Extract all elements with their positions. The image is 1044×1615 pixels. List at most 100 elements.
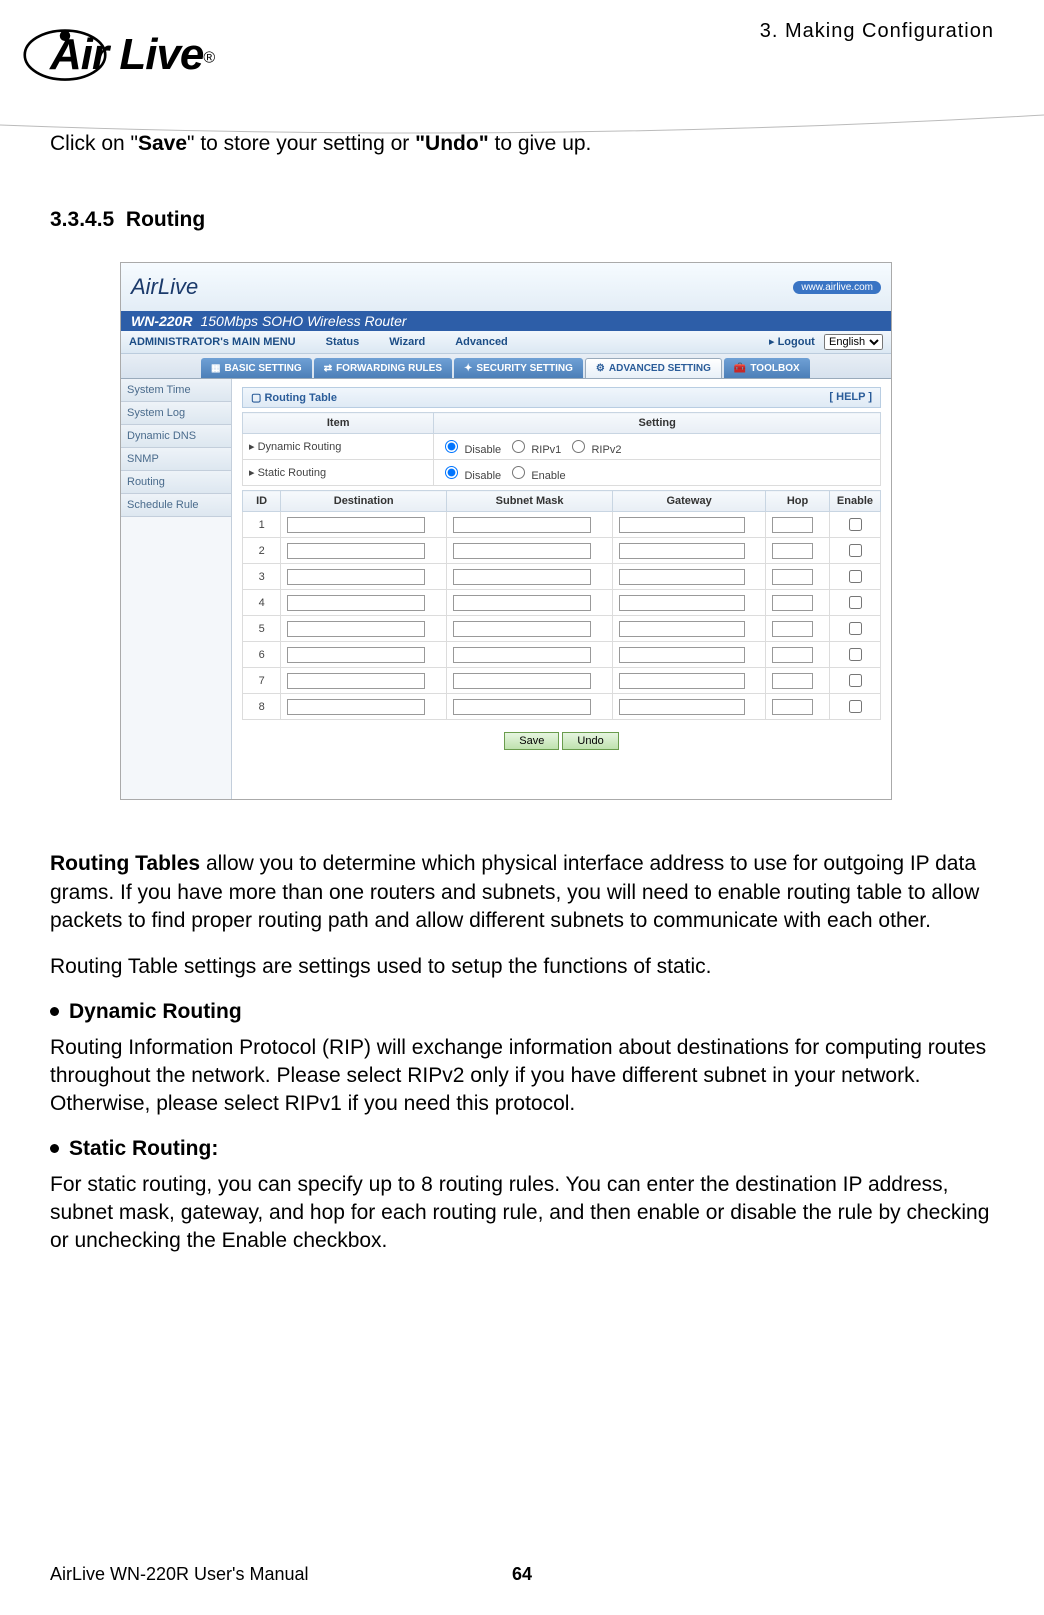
ss-side-system-log[interactable]: System Log	[121, 402, 231, 425]
bullet-icon	[50, 1144, 59, 1153]
ss-hop-input[interactable]	[772, 569, 813, 585]
ss-tab-basic[interactable]: ▦BASIC SETTING	[201, 358, 312, 378]
ss-undo-button[interactable]: Undo	[562, 732, 618, 750]
chapter-title: 3. Making Configuration	[760, 20, 994, 43]
ss-stat-enable[interactable]	[512, 466, 525, 479]
ss-gw-input[interactable]	[619, 517, 745, 533]
ss-mask-input[interactable]	[453, 621, 591, 637]
ss-th-setting: Setting	[434, 413, 881, 434]
ss-tab-advanced[interactable]: ⚙ADVANCED SETTING	[585, 358, 722, 378]
ss-logo: AirLive	[131, 274, 198, 300]
ss-row-static-label: Static Routing	[258, 467, 326, 479]
ss-gw-input[interactable]	[619, 621, 745, 637]
ss-side-system-time[interactable]: System Time	[121, 379, 231, 402]
ss-dynamic-routing-options: Disable RIPv1 RIPv2	[434, 434, 881, 460]
ss-dyn-disable[interactable]	[445, 440, 458, 453]
ss-enable-checkbox[interactable]	[849, 648, 862, 661]
ss-url-pill: www.airlive.com	[793, 281, 881, 294]
ss-hop-input[interactable]	[772, 543, 813, 559]
ss-dest-input[interactable]	[287, 673, 425, 689]
ss-hop-input[interactable]	[772, 673, 813, 689]
ss-menu-status[interactable]: Status	[326, 336, 360, 348]
ss-menu-advanced[interactable]: Advanced	[455, 336, 508, 348]
ss-dest-input[interactable]	[287, 647, 425, 663]
ss-side-schedule[interactable]: Schedule Rule	[121, 494, 231, 517]
ss-col-dest: Destination	[281, 491, 447, 512]
ss-tab-forwarding[interactable]: ⇄FORWARDING RULES	[314, 358, 452, 378]
ss-gw-input[interactable]	[619, 595, 745, 611]
ss-mask-input[interactable]	[453, 543, 591, 559]
ss-mask-input[interactable]	[453, 647, 591, 663]
router-ui-screenshot: AirLive www.airlive.com WN-220R 150Mbps …	[120, 262, 892, 800]
ss-enable-checkbox[interactable]	[849, 518, 862, 531]
ss-language-select[interactable]: English	[824, 334, 883, 350]
ss-menu-wizard[interactable]: Wizard	[389, 336, 425, 348]
ss-logout[interactable]: Logout	[778, 336, 815, 348]
ss-col-id: ID	[243, 491, 281, 512]
ss-enable-checkbox[interactable]	[849, 700, 862, 713]
ss-enable-checkbox[interactable]	[849, 596, 862, 609]
ss-col-mask: Subnet Mask	[447, 491, 613, 512]
ss-save-button[interactable]: Save	[504, 732, 559, 750]
ss-route-row: 2	[243, 538, 881, 564]
ss-tab-security[interactable]: ✦SECURITY SETTING	[454, 358, 583, 378]
ss-route-row: 8	[243, 694, 881, 720]
ss-model-sub: 150Mbps SOHO Wireless Router	[200, 313, 406, 329]
ss-hop-input[interactable]	[772, 699, 813, 715]
ss-gw-input[interactable]	[619, 673, 745, 689]
brand-logo: Air Live®	[50, 30, 215, 80]
ss-route-row: 7	[243, 668, 881, 694]
ss-dest-input[interactable]	[287, 569, 425, 585]
ss-route-row: 3	[243, 564, 881, 590]
ss-side-ddns[interactable]: Dynamic DNS	[121, 425, 231, 448]
ss-side-routing[interactable]: Routing	[121, 471, 231, 494]
ss-dest-input[interactable]	[287, 517, 425, 533]
footer-page-number: 64	[512, 1564, 532, 1585]
ss-mask-input[interactable]	[453, 673, 591, 689]
ss-dyn-ripv2[interactable]	[572, 440, 585, 453]
ss-row-dynamic-label: Dynamic Routing	[258, 441, 342, 453]
ss-route-row: 5	[243, 616, 881, 642]
footer-manual-title: AirLive WN-220R User's Manual	[50, 1564, 309, 1585]
ss-side-snmp[interactable]: SNMP	[121, 448, 231, 471]
ss-col-enable: Enable	[829, 491, 880, 512]
ss-gw-input[interactable]	[619, 647, 745, 663]
ss-gw-input[interactable]	[619, 569, 745, 585]
dynamic-routing-paragraph: Routing Information Protocol (RIP) will …	[50, 1034, 994, 1091]
ss-dest-input[interactable]	[287, 699, 425, 715]
ss-route-row: 4	[243, 590, 881, 616]
ss-mask-input[interactable]	[453, 699, 591, 715]
intro-paragraph: Click on "Save" to store your setting or…	[50, 130, 994, 158]
ss-gw-input[interactable]	[619, 699, 745, 715]
ss-hop-input[interactable]	[772, 621, 813, 637]
bullet-static-routing: Static Routing:	[50, 1137, 994, 1161]
ss-th-item: Item	[243, 413, 434, 434]
ss-panel-title: Routing Table	[264, 392, 337, 404]
bullet-icon	[50, 1007, 59, 1016]
ss-dest-input[interactable]	[287, 621, 425, 637]
ss-enable-checkbox[interactable]	[849, 544, 862, 557]
ss-route-row: 6	[243, 642, 881, 668]
ss-static-routing-options: Disable Enable	[434, 460, 881, 486]
ss-col-hop: Hop	[766, 491, 830, 512]
ss-enable-checkbox[interactable]	[849, 674, 862, 687]
ss-dest-input[interactable]	[287, 543, 425, 559]
ss-hop-input[interactable]	[772, 517, 813, 533]
ss-hop-input[interactable]	[772, 647, 813, 663]
ss-tab-toolbox[interactable]: 🧰TOOLBOX	[724, 358, 810, 378]
ss-hop-input[interactable]	[772, 595, 813, 611]
ss-gw-input[interactable]	[619, 543, 745, 559]
routing-tables-paragraph: Routing Tables allow you to determine wh…	[50, 850, 994, 935]
bullet-dynamic-routing: Dynamic Routing	[50, 1000, 994, 1024]
ss-dest-input[interactable]	[287, 595, 425, 611]
ss-enable-checkbox[interactable]	[849, 622, 862, 635]
section-heading: 3.3.4.5 Routing	[50, 208, 994, 232]
ss-dyn-ripv1[interactable]	[512, 440, 525, 453]
ss-help-link[interactable]: [ HELP ]	[829, 391, 872, 404]
ss-mask-input[interactable]	[453, 517, 591, 533]
ss-stat-disable[interactable]	[445, 466, 458, 479]
ss-enable-checkbox[interactable]	[849, 570, 862, 583]
ss-mask-input[interactable]	[453, 595, 591, 611]
ss-col-gw: Gateway	[613, 491, 766, 512]
ss-mask-input[interactable]	[453, 569, 591, 585]
